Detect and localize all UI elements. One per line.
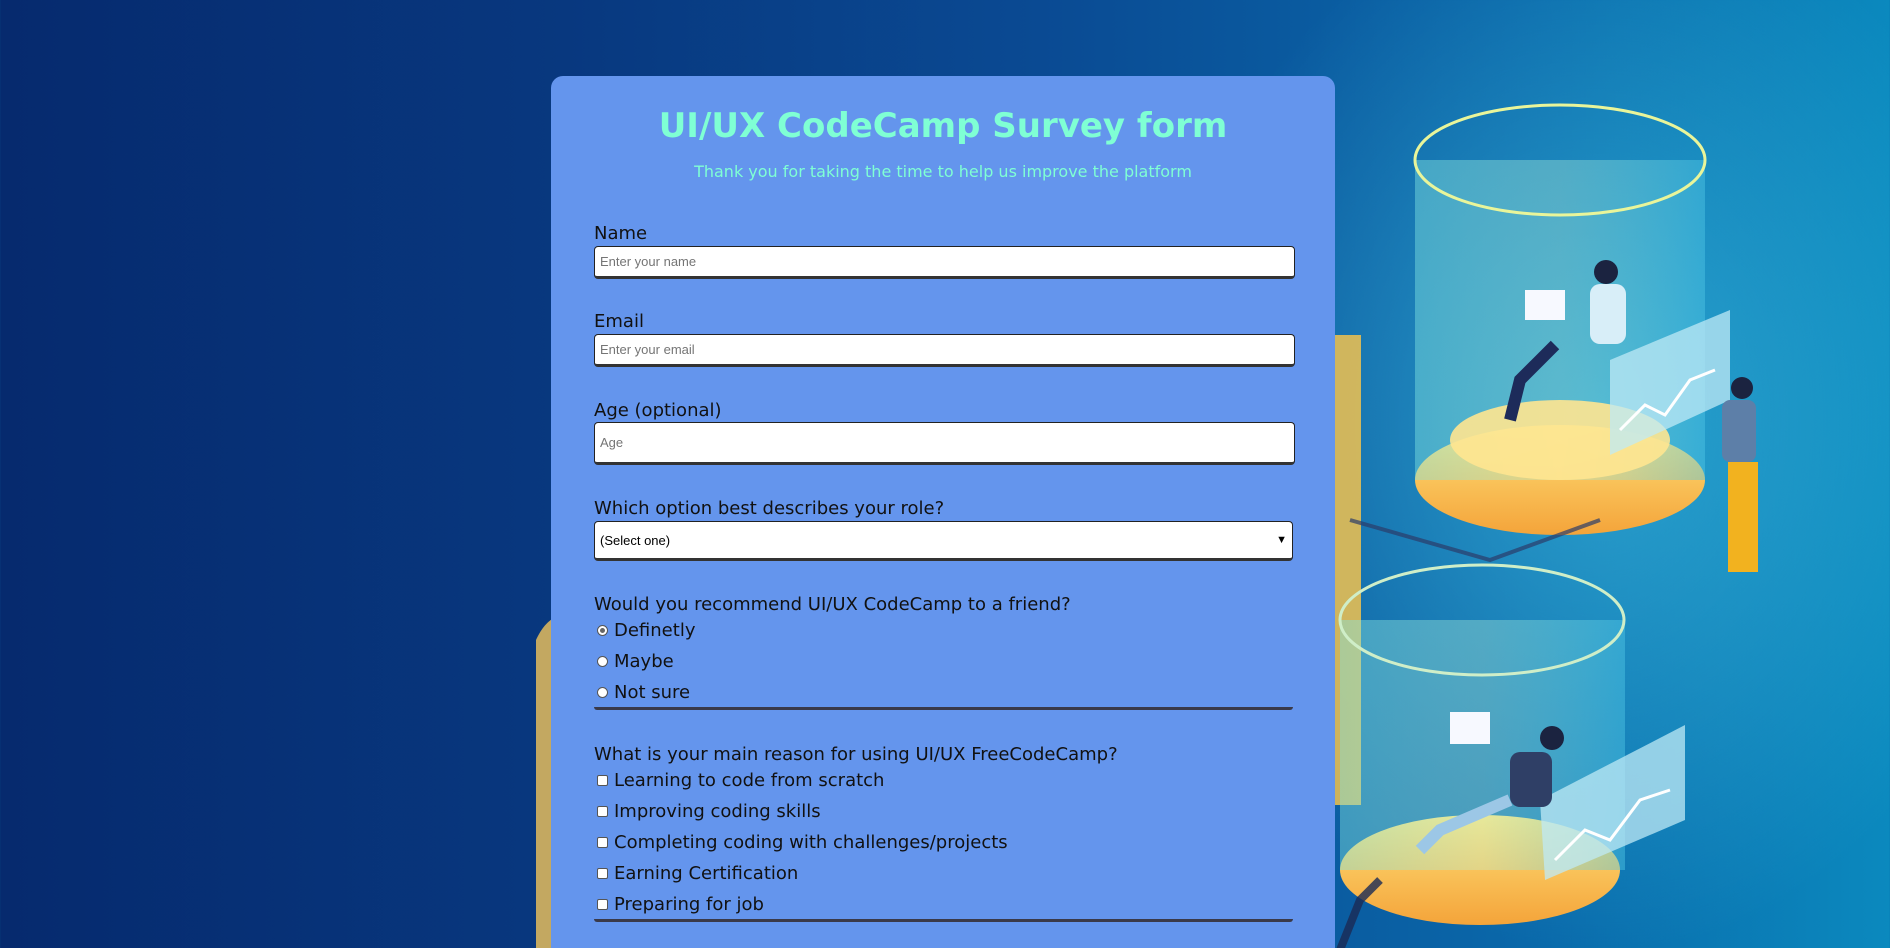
reason-option-skills[interactable]: Improving coding skills [594, 801, 821, 822]
survey-form-card: UI/UX CodeCamp Survey form Thank you for… [551, 76, 1335, 948]
name-placeholder: Enter your name [600, 254, 697, 269]
email-input[interactable]: Enter your email [594, 334, 1295, 367]
email-placeholder: Enter your email [600, 342, 695, 357]
recommend-option-not-sure[interactable]: Not sure [594, 682, 690, 703]
recommend-option-label: Not sure [614, 682, 691, 703]
checkbox-skills[interactable] [597, 806, 608, 817]
checkbox-job[interactable] [597, 899, 608, 910]
role-label: Which option best describes your role? [594, 498, 945, 519]
chevron-down-icon: ▼ [1276, 534, 1287, 546]
role-selected-value: (Select one) [600, 532, 671, 548]
recommend-option-maybe[interactable]: Maybe [594, 651, 674, 672]
reason-option-certification[interactable]: Earning Certification [594, 863, 798, 884]
reason-option-label: Preparing for job [614, 894, 764, 915]
checkbox-projects[interactable] [597, 837, 608, 848]
recommend-option-definitely[interactable]: Definetly [594, 620, 695, 641]
age-placeholder: Age [600, 435, 624, 450]
name-input[interactable]: Enter your name [594, 246, 1295, 279]
reason-divider [594, 919, 1293, 922]
reason-option-scratch[interactable]: Learning to code from scratch [594, 770, 884, 791]
reason-option-job[interactable]: Preparing for job [594, 894, 764, 915]
reason-option-label: Learning to code from scratch [614, 770, 885, 791]
checkbox-certification[interactable] [597, 868, 608, 879]
reason-option-label: Improving coding skills [614, 801, 821, 822]
role-dropdown[interactable]: (Select one) ▼ [594, 521, 1293, 561]
age-input[interactable]: Age [594, 422, 1295, 465]
radio-maybe[interactable] [597, 656, 608, 667]
reason-option-label: Completing coding with challenges/projec… [614, 832, 1008, 853]
reason-option-projects[interactable]: Completing coding with challenges/projec… [594, 832, 1008, 853]
radio-definitely[interactable] [597, 625, 608, 636]
form-description: Thank you for taking the time to help us… [694, 162, 1192, 181]
email-label: Email [594, 311, 644, 332]
recommend-divider [594, 707, 1293, 710]
reason-label: What is your main reason for using UI/UX… [594, 744, 1118, 765]
checkbox-scratch[interactable] [597, 775, 608, 786]
recommend-label: Would you recommend UI/UX CodeCamp to a … [594, 594, 1071, 615]
form-title: UI/UX CodeCamp Survey form [658, 106, 1228, 146]
reason-option-label: Earning Certification [614, 863, 799, 884]
age-label: Age (optional) [594, 400, 722, 421]
recommend-option-label: Definetly [614, 620, 696, 641]
radio-not-sure[interactable] [597, 687, 608, 698]
name-label: Name [594, 223, 648, 244]
recommend-option-label: Maybe [614, 651, 674, 672]
